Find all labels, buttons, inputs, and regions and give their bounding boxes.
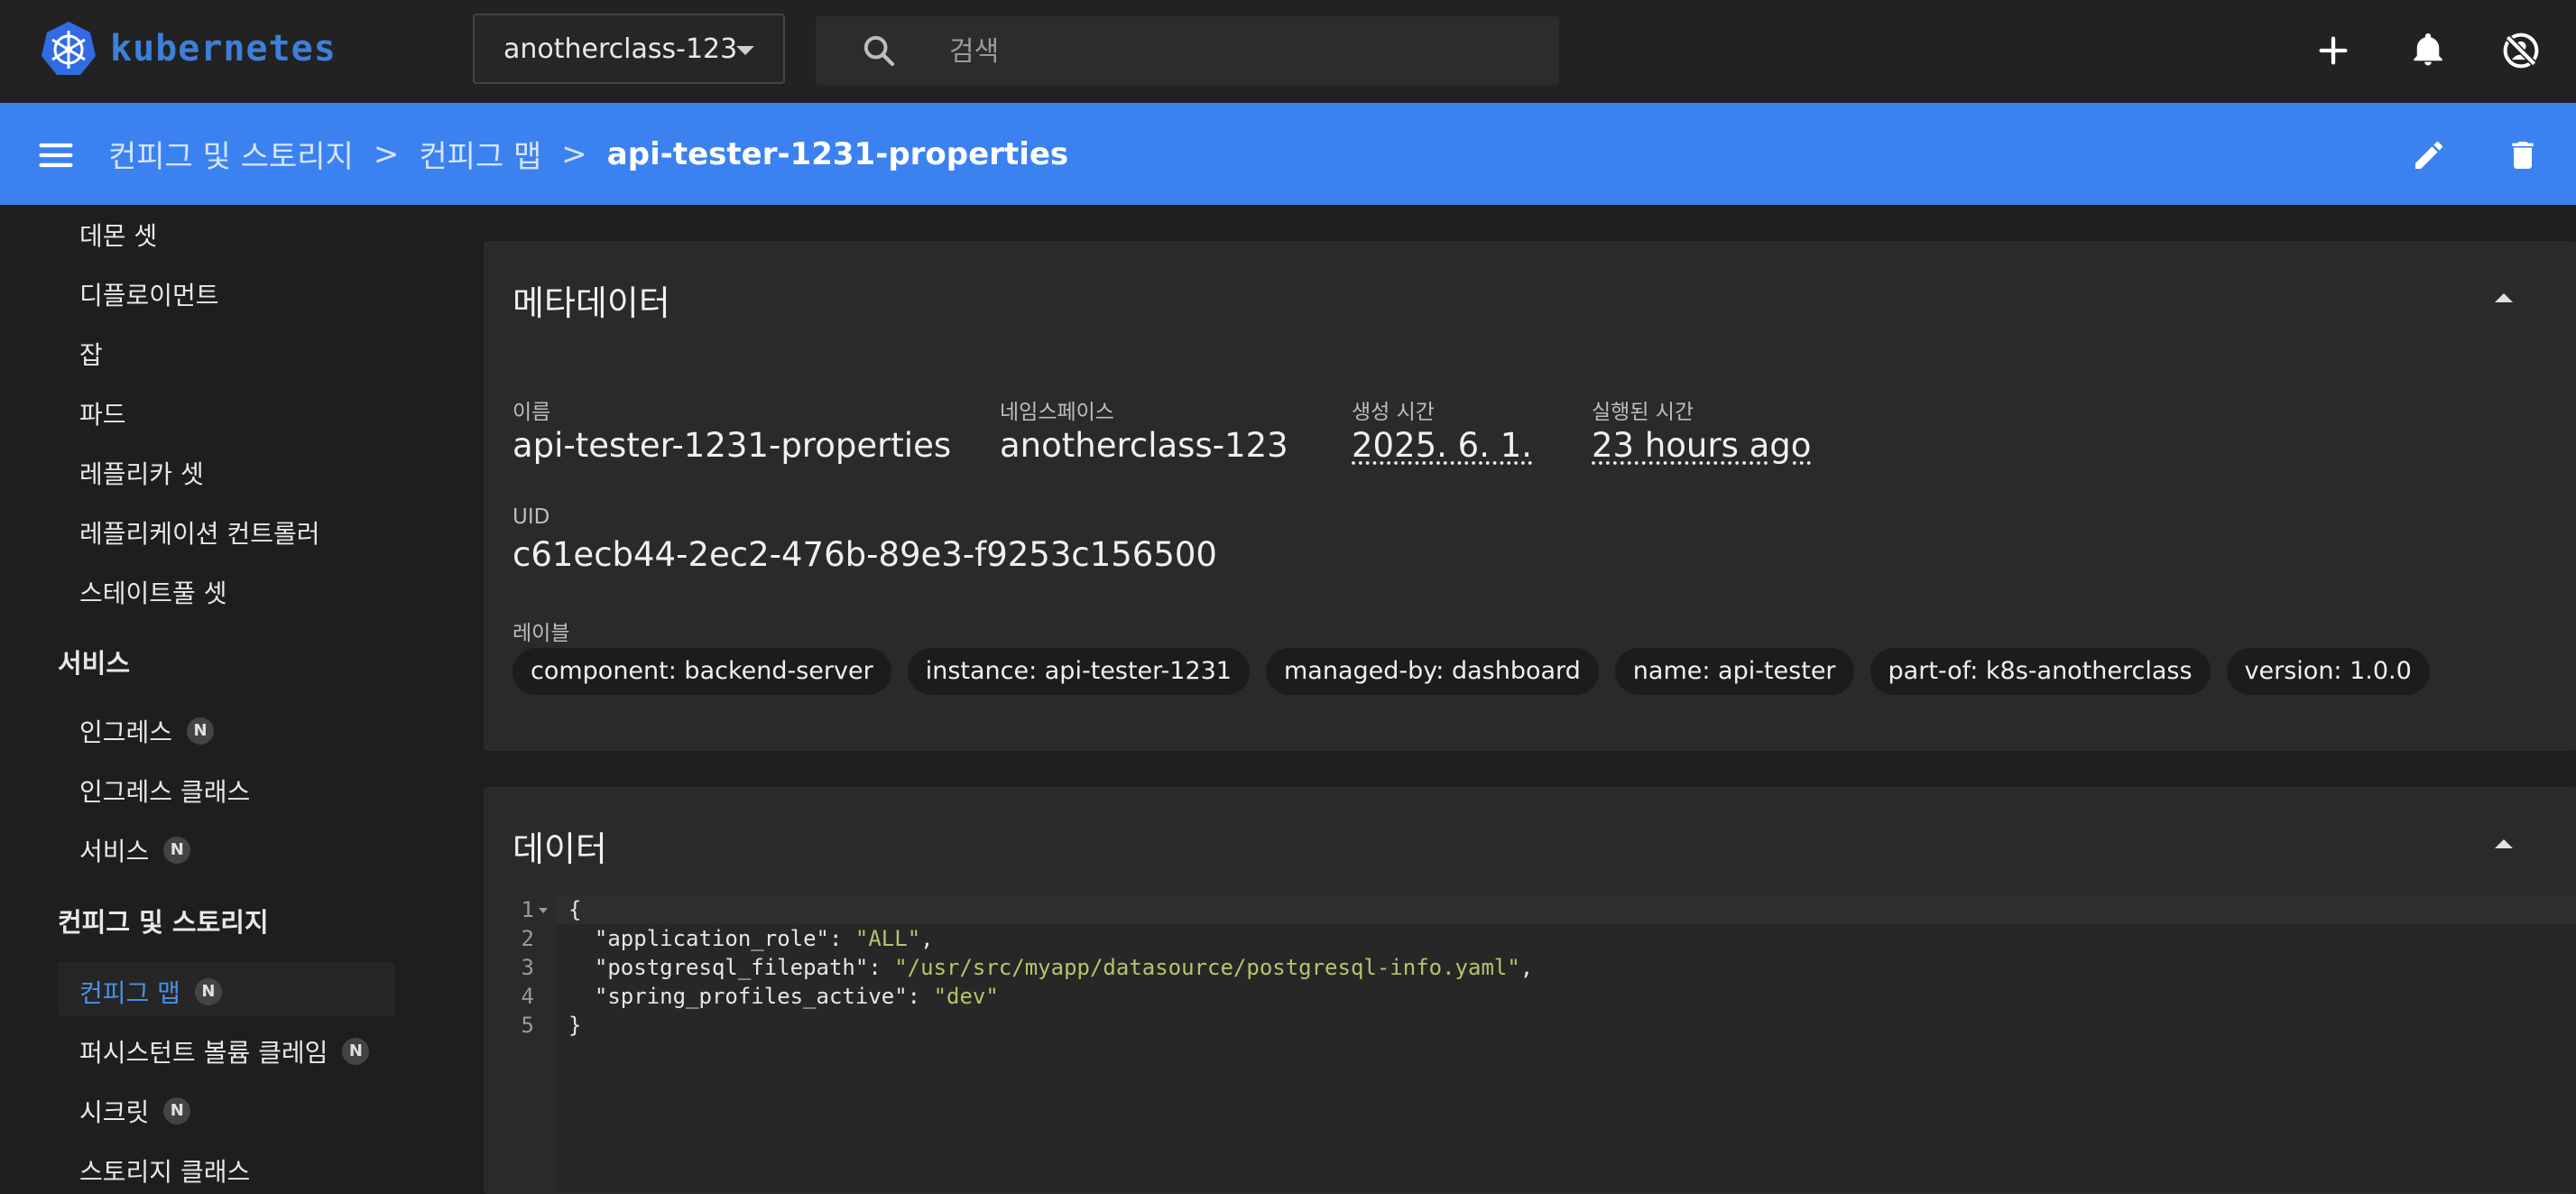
sidebar-item-ingress-classes[interactable]: 인그레스 클래스 [79,773,250,809]
plus-icon[interactable] [2315,32,2351,69]
namespace-value[interactable]: anotherclass-123 [1000,426,1288,465]
label-chip: version: 1.0.0 [2226,648,2430,695]
current-line-highlight [556,895,2576,924]
metadata-title: 메타데이터 [512,283,670,323]
code-line: } [568,1013,581,1038]
new-badge: N [187,717,215,745]
line-number: 2 [521,926,534,951]
new-badge: N [194,978,222,1005]
created-value: 2025. 6. 1. [1352,426,1533,465]
collapse-icon[interactable] [2495,839,2513,848]
line-number: 5 [521,1013,534,1038]
search-input[interactable] [947,29,1492,74]
sidebar-item-replication-controllers[interactable]: 레플리케이션 컨트롤러 [79,514,320,551]
sidebar-item-label: 컨피그 맵 [79,978,180,1008]
namespace-select-value: anotherclass-123 [503,32,738,65]
code-line: { [568,897,581,922]
age-value: 23 hours ago [1592,426,1812,465]
sidebar-item-label: 퍼시스턴트 볼륨 클레임 [79,1038,328,1068]
sidebar-item-deployments[interactable]: 디플로이먼트 [79,276,219,312]
code-line: "application_role": "ALL", [568,926,934,951]
uid-value: c61ecb44-2ec2-476b-89e3-f9253c156500 [512,535,1217,574]
menu-icon[interactable] [36,137,76,173]
sidebar-item-jobs[interactable]: 잡 [79,336,103,372]
caret-down-icon [736,46,754,55]
sidebar-item-label: 인그레스 클래스 [79,777,251,807]
label-chip: instance: api-tester-1231 [907,648,1250,695]
search-bar[interactable] [816,16,1559,85]
breadcrumb-bar: 컨피그 및 스토리지 > 컨피그 맵 > api-tester-1231-pro… [0,103,2576,205]
kubernetes-wheel-icon [42,22,96,75]
code-text: { [568,897,582,922]
breadcrumb-separator: > [373,135,400,172]
sidebar-item-label: 서비스 [79,837,150,866]
label-chip: component: backend-server [512,648,891,695]
sidebar-item-statefulsets[interactable]: 스테이트풀 셋 [79,574,226,610]
sidebar-item-daemonsets[interactable]: 데몬 셋 [79,217,157,253]
sidebar-item-label: 스토리지 클래스 [79,1157,251,1187]
code-key: "postgresql_filepath": [568,955,895,980]
label-chip: name: api-tester [1614,648,1854,695]
sidebar-item-label: 인그레스 [79,717,173,747]
name-label: 이름 [512,401,551,424]
edit-icon[interactable] [2411,137,2447,173]
code-string: "dev" [933,984,999,1009]
namespace-label: 네임스페이스 [1000,401,1114,424]
new-badge: N [163,1097,191,1125]
top-bar: kubernetes anotherclass-123 [0,0,2576,103]
name-value: api-tester-1231-properties [512,426,952,465]
sidebar-item-label: 시크릿 [79,1097,150,1127]
metadata-card: 메타데이터 이름 api-tester-1231-properties 네임스페… [484,241,2576,751]
new-badge: N [163,837,191,864]
label-chip: part-of: k8s-anotherclass [1870,648,2211,695]
sidebar: 데몬 셋 디플로이먼트 잡 파드 레플리카 셋 레플리케이션 컨트롤러 스테이트… [0,205,469,1194]
bell-icon[interactable] [2409,31,2447,69]
labels-list: component: backend-server instance: api-… [512,648,2430,695]
breadcrumb-config-maps[interactable]: 컨피그 맵 [419,132,541,176]
code-punct: , [920,926,934,951]
code-editor[interactable]: 1 2 3 4 5 { "application_role": "ALL", "… [484,895,2576,1193]
code-line: "postgresql_filepath": "/usr/src/myapp/d… [568,955,1533,980]
sidebar-item-ingresses[interactable]: 인그레스 N [79,713,215,749]
delete-icon[interactable] [2505,137,2541,173]
label-chip: managed-by: dashboard [1265,648,1599,695]
created-label: 생성 시간 [1352,401,1435,424]
breadcrumb-separator: > [561,135,587,172]
collapse-icon[interactable] [2495,293,2513,302]
account-off-icon[interactable] [2501,31,2541,70]
line-number: 1 [521,897,534,922]
sidebar-item-replicasets[interactable]: 레플리카 셋 [79,455,204,491]
line-number: 4 [521,984,534,1009]
sidebar-item-services[interactable]: 서비스 N [79,832,191,868]
sidebar-item-pods[interactable]: 파드 [79,395,126,431]
breadcrumb: 컨피그 및 스토리지 > 컨피그 맵 > api-tester-1231-pro… [108,132,1068,176]
kubernetes-logo[interactable]: kubernetes [40,20,337,78]
code-line: "spring_profiles_active": "dev" [568,984,999,1009]
new-badge: N [342,1038,370,1065]
breadcrumb-current: api-tester-1231-properties [606,135,1069,172]
code-string: "/usr/src/myapp/datasource/postgresql-in… [894,955,1520,980]
sidebar-item-storage-classes[interactable]: 스토리지 클래스 [79,1152,250,1189]
search-icon [863,35,895,67]
code-punct: , [1519,955,1534,980]
age-label: 실행된 시간 [1592,401,1694,424]
code-string: "ALL" [854,926,921,951]
data-card: 데이터 1 2 3 4 5 { "application_role": "ALL… [484,787,2576,1194]
code-text: } [568,1013,582,1038]
code-key: "application_role": [568,926,855,951]
fold-icon[interactable] [538,906,549,915]
uid-label: UID [512,505,550,529]
logo-text: kubernetes [110,28,337,69]
line-number: 3 [521,955,534,980]
namespace-select[interactable]: anotherclass-123 [473,14,785,84]
sidebar-item-pvc[interactable]: 퍼시스턴트 볼륨 클레임 N [79,1033,370,1069]
code-key: "spring_profiles_active": [568,984,934,1009]
breadcrumb-config-storage[interactable]: 컨피그 및 스토리지 [108,132,354,176]
sidebar-item-config-maps[interactable]: 컨피그 맵 N [79,974,222,1010]
sidebar-group-config-storage[interactable]: 컨피그 및 스토리지 [58,902,269,939]
sidebar-item-secrets[interactable]: 시크릿 N [79,1093,191,1129]
data-title: 데이터 [512,829,607,869]
sidebar-group-services[interactable]: 서비스 [58,643,130,680]
labels-label: 레이블 [512,622,570,645]
